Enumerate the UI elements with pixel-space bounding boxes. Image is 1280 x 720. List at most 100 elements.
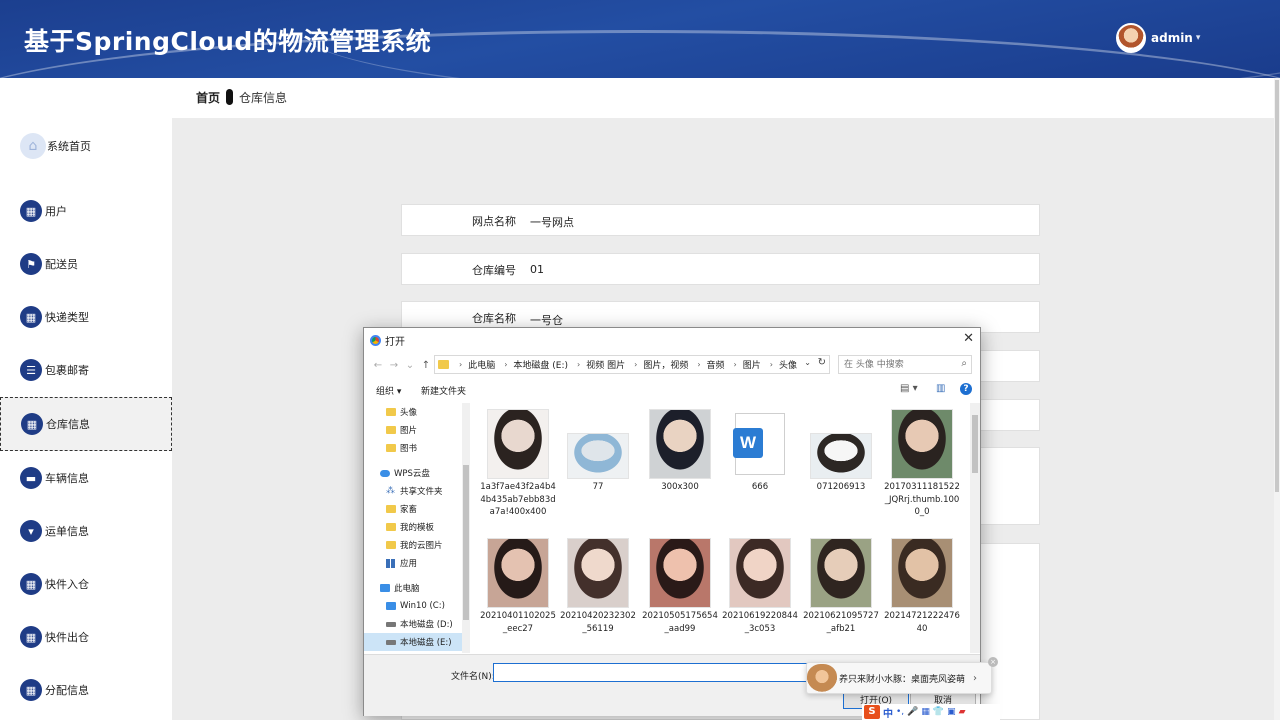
sidebar-item-label: 系统首页	[47, 140, 91, 153]
sidebar-item-couriers[interactable]: ⚑ 配送员	[0, 238, 172, 290]
sidebar-item-express-types[interactable]: ▦ 快递类型	[0, 291, 172, 343]
filename-label: 文件名(N):	[451, 672, 495, 682]
sidebar-item-parcel-mailing[interactable]: ☰ 包裹邮寄	[0, 344, 172, 396]
ime-promo-text[interactable]: 养只来财小水豚：桌面壳风姿萌	[839, 672, 965, 685]
file-item[interactable]: 071206913	[803, 409, 879, 494]
grid-icon: ▦	[21, 413, 43, 435]
sidebar-item-assignment[interactable]: ▦ 分配信息	[0, 664, 172, 716]
tree-item[interactable]: 应用	[386, 554, 417, 572]
file-item[interactable]: 20170311181522_JQRrj.thumb.1000_0	[884, 409, 960, 519]
tree-item[interactable]: 我的模板	[386, 518, 434, 536]
form-label: 仓库编号	[472, 264, 516, 277]
tree-item[interactable]: 图片	[386, 421, 417, 439]
file-item[interactable]: 20210420232302_56119	[560, 538, 636, 635]
keyboard-icon[interactable]: ▦	[921, 707, 930, 717]
organize-menu[interactable]: 组织 ▾	[376, 384, 401, 397]
sidebar-item-home[interactable]: ⌂ 系统首页	[0, 120, 172, 172]
apps-icon	[386, 558, 395, 568]
chevron-right-icon[interactable]: ›	[697, 360, 700, 369]
settings-icon[interactable]: ▰	[959, 707, 966, 717]
chevron-right-icon[interactable]: ›	[634, 360, 637, 369]
user-name[interactable]: admin	[1151, 31, 1193, 45]
sogou-logo-icon[interactable]: S	[864, 705, 880, 719]
search-box[interactable]: ⌕	[838, 355, 972, 374]
chevron-right-icon[interactable]: ›	[577, 360, 580, 369]
sidebar-item-users[interactable]: ▦ 用户	[0, 185, 172, 237]
file-item[interactable]: 20210505175654_aad99	[642, 538, 718, 635]
address-segment[interactable]: 图片	[743, 358, 761, 371]
sidebar-item-outbound[interactable]: ▦ 快件出仓	[0, 611, 172, 663]
navigation-scrollbar[interactable]	[462, 403, 470, 653]
search-input[interactable]	[844, 358, 952, 371]
form-label: 仓库名称	[472, 312, 516, 325]
forward-arrow-icon[interactable]: →	[386, 360, 402, 371]
file-item[interactable]: 20210401102025_eec27	[480, 538, 556, 635]
file-item[interactable]: 77	[560, 409, 636, 494]
new-folder-button[interactable]: 新建文件夹	[421, 384, 466, 397]
chevron-right-icon[interactable]: ›	[504, 360, 507, 369]
filename-input[interactable]	[493, 663, 823, 682]
grid-icon: ▦	[20, 626, 42, 648]
toolbox-icon[interactable]: ▣	[947, 707, 956, 717]
file-item[interactable]: W 666	[722, 409, 798, 494]
punctuation-icon[interactable]: •,	[896, 707, 904, 717]
preview-pane-icon[interactable]: ▥	[936, 383, 945, 394]
avatar[interactable]	[1116, 23, 1146, 53]
chevron-right-icon[interactable]: ›	[973, 673, 977, 684]
chevron-right-icon[interactable]: ›	[459, 360, 462, 369]
search-icon[interactable]: ⌕	[961, 358, 967, 369]
form-value[interactable]: 01	[530, 263, 544, 276]
form-value[interactable]: 一号仓	[530, 312, 563, 328]
address-segment[interactable]: 音频	[707, 358, 725, 371]
refresh-icon[interactable]: ↻	[818, 357, 826, 368]
page-scrollbar[interactable]	[1274, 78, 1280, 720]
tree-item[interactable]: 图书	[386, 439, 417, 457]
file-grid-scrollbar-thumb[interactable]	[972, 415, 978, 473]
file-item[interactable]: 20210621095727_afb21	[803, 538, 879, 635]
tree-item[interactable]: ⁂ 共享文件夹	[386, 482, 443, 500]
sidebar-item-warehouse[interactable]: ▦ 仓库信息	[0, 397, 172, 451]
close-icon[interactable]: ✕	[963, 331, 974, 346]
address-segment[interactable]: 视频 图片	[586, 358, 625, 371]
chevron-down-icon[interactable]: ⌄	[804, 358, 811, 367]
tree-item[interactable]: 头像	[386, 403, 417, 421]
view-options-icon[interactable]: ▤ ▾	[900, 383, 918, 394]
user-menu[interactable]: admin ▾	[1116, 22, 1200, 54]
file-item[interactable]: 300x300	[642, 409, 718, 494]
navigation-scrollbar-thumb[interactable]	[463, 465, 469, 620]
sidebar-item-waybills[interactable]: ▾ 运单信息	[0, 505, 172, 557]
page-scrollbar-thumb[interactable]	[1275, 80, 1279, 492]
sidebar-item-inbound[interactable]: ▦ 快件入仓	[0, 558, 172, 610]
tree-item[interactable]: 我的云图片	[386, 536, 443, 554]
file-item[interactable]: 20210619220844_3c053	[722, 538, 798, 635]
chevron-down-icon[interactable]: ▾	[1196, 33, 1201, 43]
file-item[interactable]: 1a3f7ae43f2a4b44b435ab7ebb83da7a!400x400	[480, 409, 556, 519]
tree-item-selected[interactable]: 本地磁盘 (E:)	[364, 633, 462, 651]
tree-item[interactable]: 家畜	[386, 500, 417, 518]
close-icon[interactable]: ×	[988, 657, 998, 667]
form-value[interactable]: 一号网点	[530, 214, 574, 230]
chevron-right-icon[interactable]: ›	[770, 360, 773, 369]
tree-item[interactable]: 此电脑	[380, 579, 420, 597]
address-segment[interactable]: 此电脑	[468, 358, 495, 371]
back-arrow-icon[interactable]: ←	[370, 360, 386, 371]
chevron-right-icon[interactable]: ›	[734, 360, 737, 369]
address-segment[interactable]: 本地磁盘 (E:)	[513, 358, 568, 371]
help-icon[interactable]: ?	[960, 383, 972, 395]
skin-icon[interactable]: 👕	[933, 707, 944, 717]
recent-locations-icon[interactable]: ⌄	[402, 360, 418, 371]
microphone-icon[interactable]: 🎤	[907, 707, 918, 717]
address-segment[interactable]: 图片，视频	[643, 358, 688, 371]
address-bar[interactable]: › 此电脑 › 本地磁盘 (E:) › 视频 图片 › 图片，视频 › 音频 ›…	[434, 355, 830, 374]
tree-item[interactable]: WPS云盘	[380, 464, 430, 482]
breadcrumb-home[interactable]: 首页	[196, 89, 220, 106]
sidebar-item-vehicles[interactable]: ▬ 车辆信息	[0, 452, 172, 504]
file-grid-scrollbar[interactable]	[970, 403, 980, 653]
tree-item[interactable]: Win10 (C:)	[386, 597, 445, 615]
up-arrow-icon[interactable]: ↑	[418, 360, 434, 371]
file-item[interactable]: 2021472122247640	[884, 538, 960, 635]
input-mode-toggle[interactable]: 中	[883, 705, 893, 720]
address-segment[interactable]: 头像	[779, 358, 797, 371]
tree-item[interactable]: 本地磁盘 (D:)	[386, 615, 453, 633]
ime-promo-popup[interactable]: 养只来财小水豚：桌面壳风姿萌 ›	[806, 662, 992, 694]
